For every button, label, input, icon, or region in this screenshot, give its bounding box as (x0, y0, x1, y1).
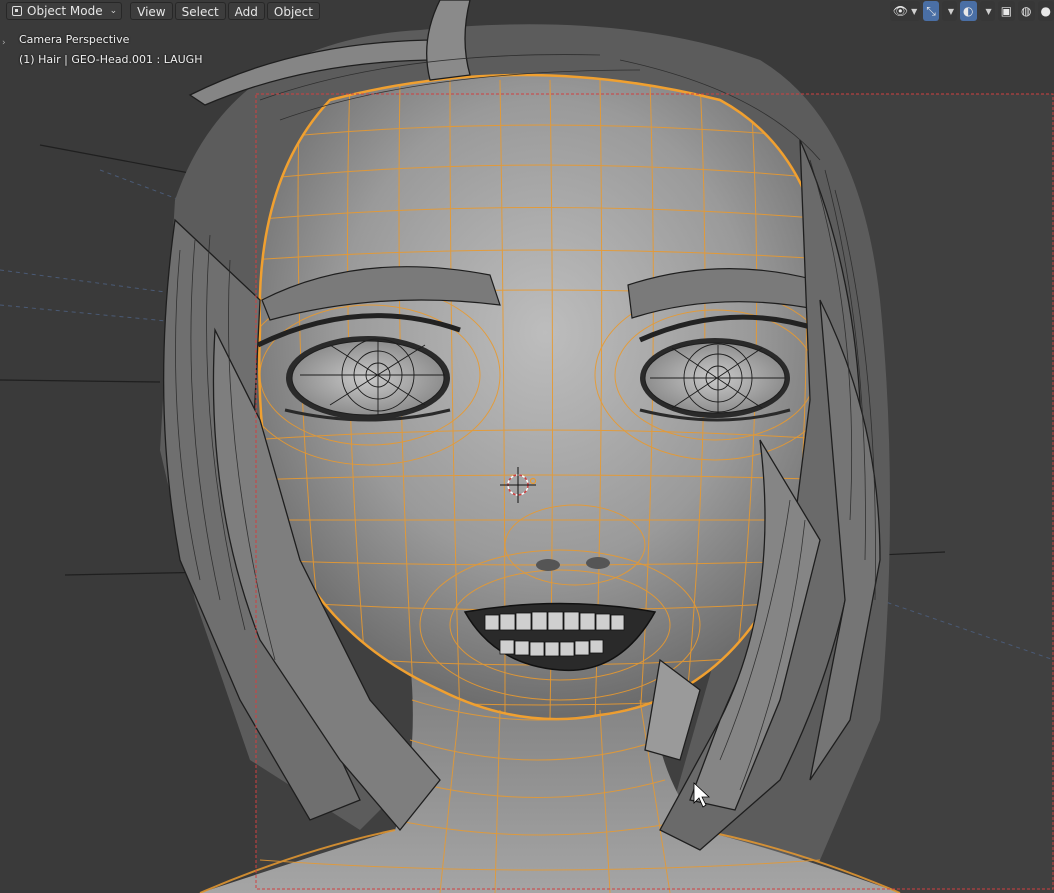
solid-shading-icon: ● (1040, 4, 1051, 18)
wireframe-shading-button[interactable]: ◍ (1018, 1, 1035, 21)
3d-viewport[interactable] (0, 0, 1054, 893)
xray-toggle[interactable]: ▣ (997, 1, 1016, 21)
object-mode-label: Object Mode (27, 4, 103, 18)
visibility-dropdown[interactable]: 👁 ▼ (889, 1, 921, 21)
chevron-down-icon: ▼ (947, 6, 955, 16)
object-info: (1) Hair | GEO-Head.001 : LAUGH (19, 53, 203, 66)
wireframe-shading-icon: ◍ (1021, 4, 1032, 18)
eye-visibility-icon: 👁 (892, 4, 909, 18)
viewport-tools: 👁 ▼ ⤡ ▼ ◐ ▼ ▣ ◍ ● (889, 1, 1054, 21)
menu-view[interactable]: View (130, 2, 173, 20)
gizmo-dropdown[interactable]: ▼ (941, 1, 958, 21)
overlay-toggle[interactable]: ◐ (960, 1, 977, 21)
xray-icon: ▣ (1000, 4, 1013, 18)
overlay-icon: ◐ (963, 4, 974, 18)
chevron-down-icon: ⌄ (109, 6, 118, 16)
gizmo-icon: ⤡ (926, 3, 936, 18)
object-mode-dropdown[interactable]: Object Mode ⌄ (6, 2, 123, 20)
chevron-down-icon: ▼ (985, 6, 992, 16)
overlay-dropdown[interactable]: ▼ (979, 1, 995, 21)
view-name: Camera Perspective (19, 33, 130, 46)
menu-select[interactable]: Select (174, 2, 226, 20)
chevron-right-icon[interactable]: › (2, 38, 6, 48)
menu-object[interactable]: Object (266, 2, 320, 20)
object-mode-icon (12, 6, 22, 16)
menu-add[interactable]: Add (227, 2, 265, 20)
chevron-down-icon: ▼ (911, 6, 918, 16)
gizmo-toggle[interactable]: ⤡ (923, 1, 939, 21)
solid-shading-button[interactable]: ● (1037, 1, 1054, 21)
